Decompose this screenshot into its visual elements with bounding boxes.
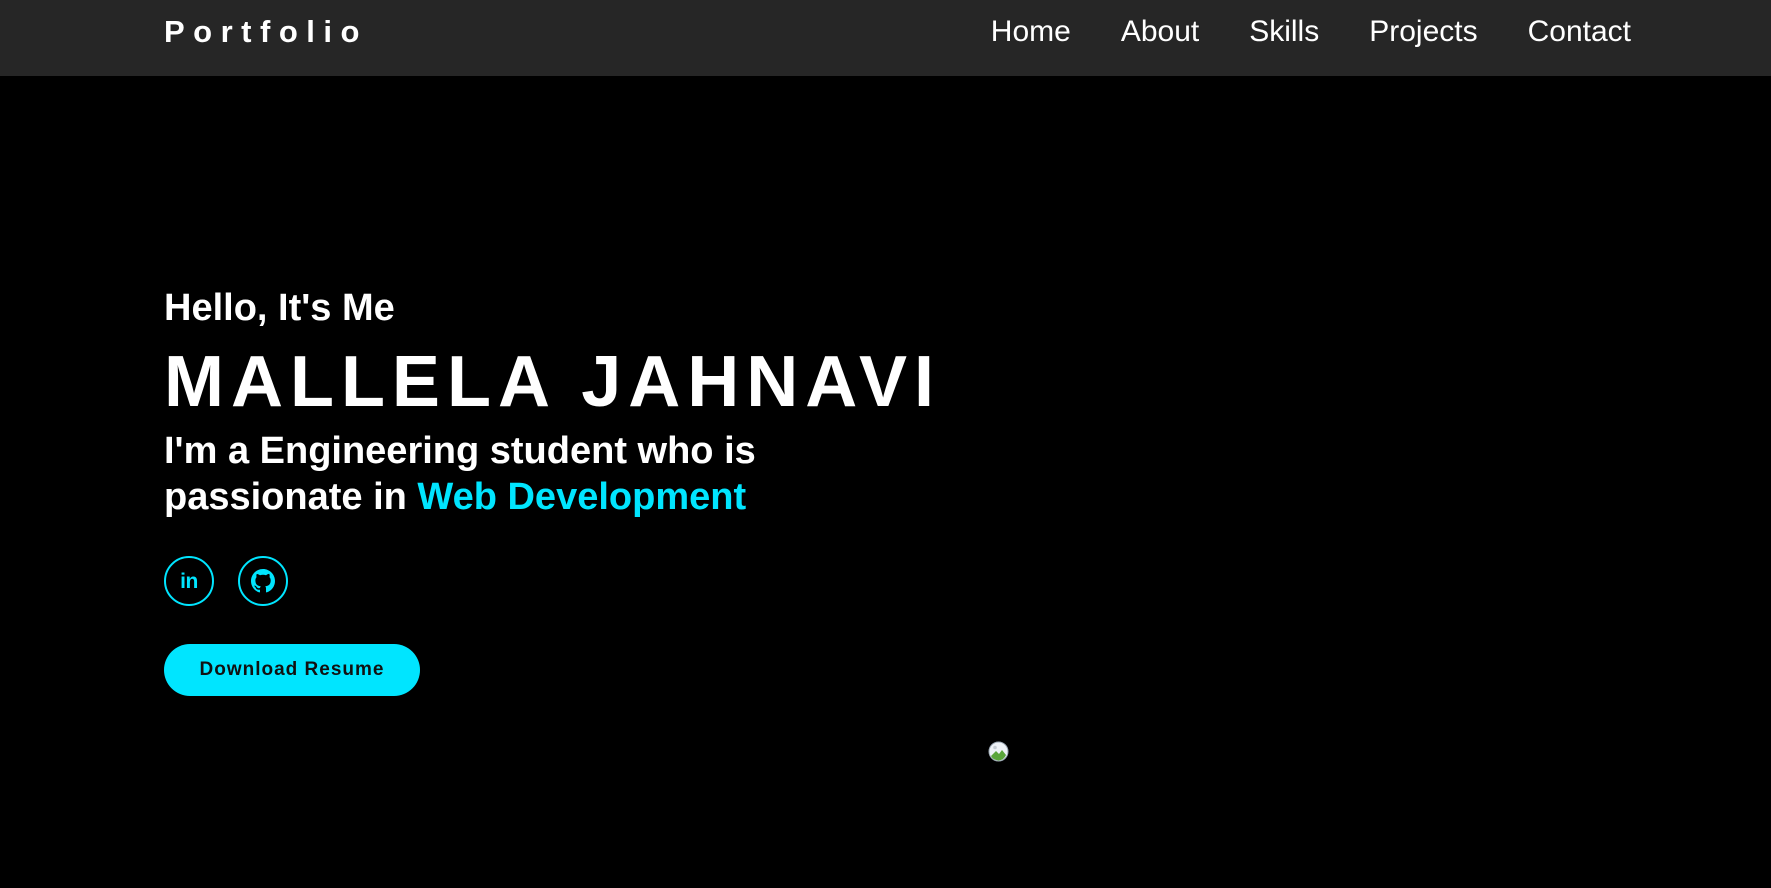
social-links: in [164,556,288,606]
nav-link-projects[interactable]: Projects [1369,15,1477,49]
navbar: Portfolio Home About Skills Projects Con… [0,0,1771,76]
hero-greeting: Hello, It's Me [164,287,395,329]
nav-link-about[interactable]: About [1121,15,1199,49]
main-nav: Home About Skills Projects Contact [991,15,1631,49]
hero-name: MALLELA JAHNAVI [164,342,941,422]
linkedin-link[interactable]: in [164,556,214,606]
nav-link-skills[interactable]: Skills [1249,15,1319,49]
github-icon [251,569,275,593]
tagline-highlight: Web Development [417,476,747,518]
nav-link-contact[interactable]: Contact [1528,15,1631,49]
github-link[interactable] [238,556,288,606]
hero-tagline: I'm a Engineering student who is passion… [164,428,844,520]
download-resume-button[interactable]: Download Resume [164,644,420,696]
nav-link-home[interactable]: Home [991,15,1071,49]
linkedin-icon: in [180,570,198,593]
site-logo[interactable]: Portfolio [164,14,368,50]
broken-image-icon [988,741,1009,762]
